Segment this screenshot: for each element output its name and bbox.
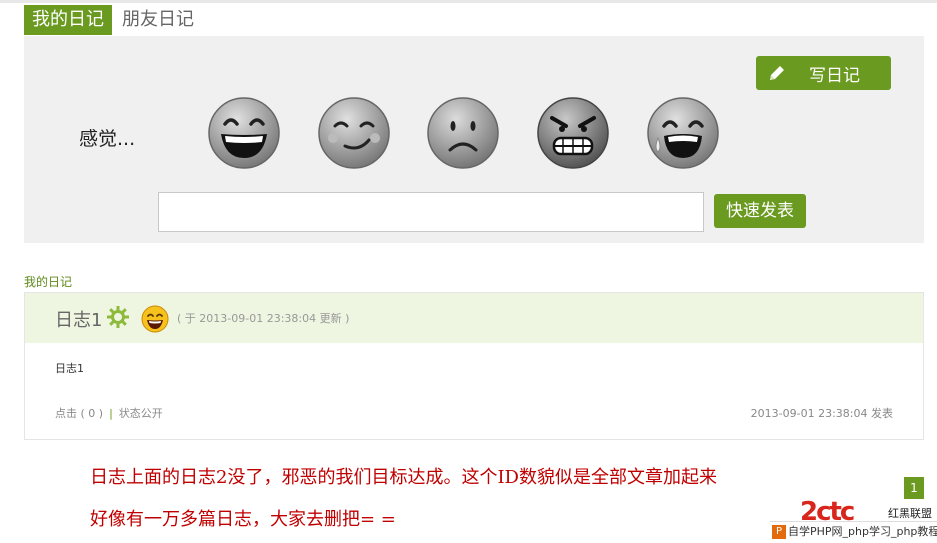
entry-header: 日志1 (于 2013-09-01 23:38:04 更新) [25, 293, 923, 343]
entry-title-link[interactable]: 日志1 [55, 306, 102, 332]
watermark-bar-text: 自学PHP网_php学习_php教程 [788, 525, 937, 538]
tab-my-diary[interactable]: 我的日记 [24, 5, 112, 35]
comment-line-2: 好像有一万多篇日志，大家去删把= = [90, 509, 396, 530]
footer-separator: | [109, 407, 113, 420]
php-logo-icon: P [772, 525, 786, 539]
gear-icon[interactable] [106, 305, 130, 329]
entry-status-link[interactable]: 状态公开 [119, 407, 163, 420]
feeling-label: 感觉... [79, 128, 136, 150]
tab-friends-diary[interactable]: 朋友日记 [112, 5, 202, 35]
entry-clicks-count: 点击 ( 0 ) [55, 407, 104, 420]
entry-updated-time: ( 于 2013-09-01 23:38:04 更新 ) [177, 312, 350, 325]
write-diary-label: 写日记 [809, 65, 860, 86]
entry-footer: 点击 ( 0 ) | 状态公开 [55, 405, 163, 421]
write-diary-button[interactable]: 写日记 [756, 56, 891, 90]
quick-post-input[interactable] [158, 192, 704, 232]
sad-face-icon[interactable] [426, 96, 500, 170]
mood-panel: 写日记 感觉... 快速发表 [24, 36, 924, 243]
section-title-my-diary: 我的日记 [24, 275, 73, 289]
entry-body: 日志1 [55, 362, 84, 375]
watermark-brand: 红黑联盟 [888, 507, 932, 520]
quick-post-button[interactable]: 快速发表 [714, 194, 806, 228]
diary-entry: 日志1 (于 2013-09-01 23:38:04 更新) 日志1 点击 … [24, 292, 924, 440]
watermark: 2ctc 红黑联盟 P 自学PHP网_php学习_php教程 [770, 495, 937, 543]
pencil-icon [766, 62, 788, 84]
diary-tabs: 我的日记 朋友日记 [24, 5, 202, 35]
watermark-bar: P 自学PHP网_php学习_php教程 [770, 521, 937, 541]
laughing-face-icon[interactable] [207, 96, 281, 170]
top-divider [0, 0, 937, 3]
angry-face-icon[interactable] [536, 96, 610, 170]
laughing-mood-icon [141, 305, 169, 333]
crying-face-icon[interactable] [646, 96, 720, 170]
winking-face-icon[interactable] [317, 96, 391, 170]
entry-posted-date: 2013-09-01 23:38:04 发表 [750, 407, 893, 420]
comment-line-1: 日志上面的日志2没了，邪恶的我们目标达成。这个ID数貌似是全部文章加起来 [90, 467, 717, 488]
